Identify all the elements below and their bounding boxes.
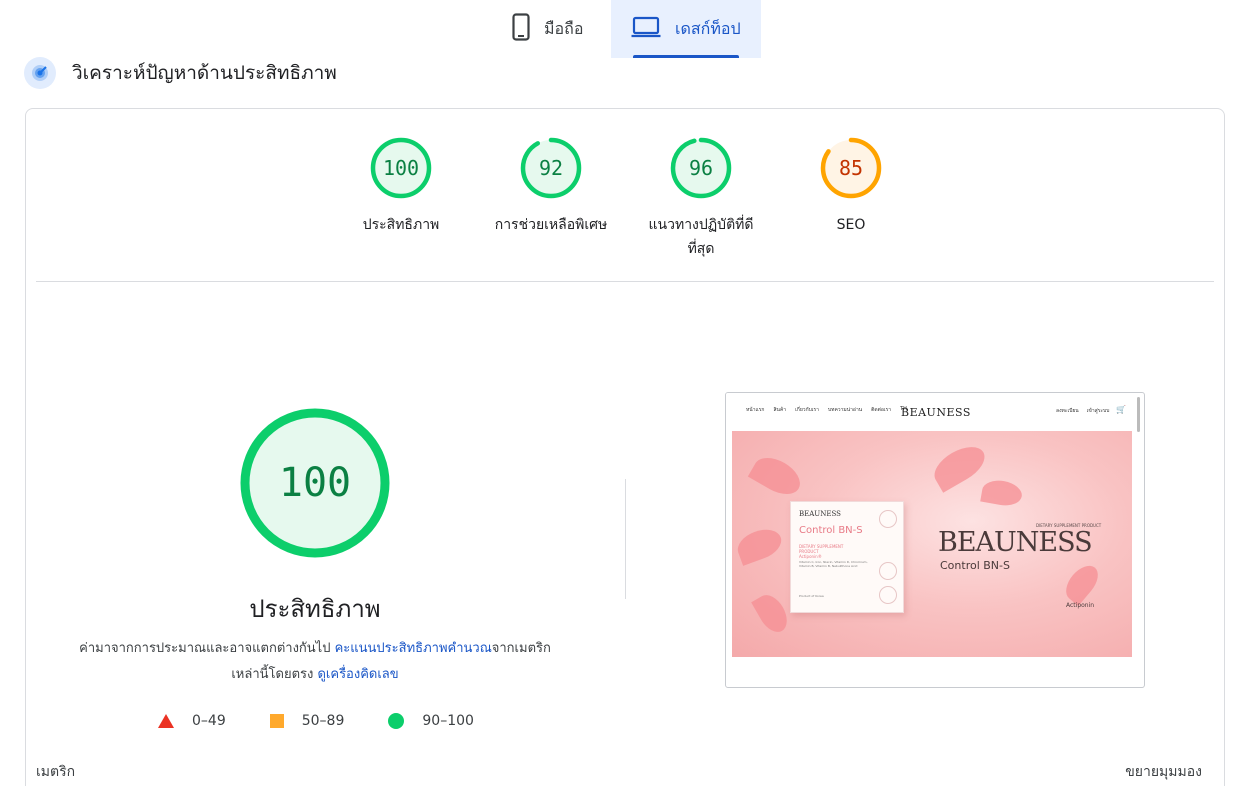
- box-ingredient: Actiponin®: [799, 554, 822, 559]
- legend-fail: 0–49: [158, 713, 226, 729]
- thumb-nav-link: เกี่ยวกับเรา: [795, 407, 819, 413]
- score-gauges: 100 ประสิทธิภาพ 92 การช่วยเหลือพิเศษ 96 …: [26, 109, 1226, 281]
- performance-description: ค่ามาจากการประมาณและอาจแตกต่างกันไป คะแน…: [66, 636, 564, 688]
- score-calculation-link[interactable]: คะแนนประสิทธิภาพคำนวณ: [335, 641, 492, 656]
- tab-mobile-label: มือถือ: [544, 18, 584, 38]
- cart-icon: 🛒: [1116, 405, 1126, 414]
- flower-decoration: [751, 589, 793, 638]
- divider: [36, 281, 1214, 282]
- gauge-performance[interactable]: 100 ประสิทธิภาพ: [326, 137, 476, 237]
- thumb-nav-link: ลงทะเบียน: [1056, 408, 1079, 414]
- gauge-score: 85: [838, 156, 864, 180]
- thumb-right-links: ลงทะเบียน เข้าสู่ระบบ: [1056, 407, 1109, 415]
- metrics-heading: เมตริก: [36, 764, 76, 780]
- page-title: วิเคราะห์ปัญหาด้านประสิทธิภาพ: [72, 62, 337, 84]
- thumb-nav-link: หน้าแรก: [746, 407, 765, 413]
- gauge-score: 96: [688, 156, 714, 180]
- legend-pass: 90–100: [388, 713, 474, 729]
- flower-decoration: [1059, 559, 1105, 607]
- thumb-nav-link: เข้าสู่ระบบ: [1086, 408, 1110, 414]
- thumb-hero-banner: BEAUNESS Control BN-S DIETARY SUPPLEMENT…: [732, 431, 1132, 657]
- tab-mobile[interactable]: มือถือ: [492, 0, 611, 58]
- hero-tag: Actiponin: [1066, 602, 1095, 609]
- gauge-label: SEO: [836, 217, 866, 233]
- gauge-score: 100: [382, 156, 420, 180]
- gauge-label: การช่วยเหลือพิเศษ: [494, 217, 608, 233]
- thumb-scrollbar: [1137, 397, 1140, 432]
- calculator-link[interactable]: ดูเครื่องคิดเลข: [317, 667, 398, 682]
- gauge-score: 92: [538, 156, 564, 180]
- diagnose-header: วิเคราะห์ปัญหาด้านประสิทธิภาพ: [24, 56, 337, 90]
- gauge-accessibility[interactable]: 92 การช่วยเหลือพิเศษ: [476, 137, 626, 237]
- gauge-label: ประสิทธิภาพ: [362, 217, 440, 233]
- legend-average-label: 50–89: [301, 713, 345, 729]
- box-product-name: Control BN-S: [799, 525, 863, 536]
- thumb-nav-link: สินค้า: [773, 407, 787, 413]
- performance-score: 100: [278, 460, 352, 506]
- gauge-seo[interactable]: 85 SEO: [776, 137, 926, 237]
- hero-product: Control BN-S: [940, 559, 1010, 572]
- gauge-best-practices[interactable]: 96 แนวทางปฏิบัติที่ดีที่สุด: [626, 137, 776, 261]
- badge-circle: [879, 562, 897, 580]
- final-screenshot-thumbnail[interactable]: หน้าแรก สินค้า เกี่ยวกับเรา บทความน่าอ่า…: [725, 392, 1145, 688]
- product-box: BEAUNESS Control BN-S DIETARY SUPPLEMENT…: [790, 501, 904, 613]
- box-subtitle: DIETARY SUPPLEMENT PRODUCT Actiponin®: [799, 544, 859, 559]
- performance-title: ประสิทธิภาพ: [249, 595, 381, 623]
- badge-circle: [879, 510, 897, 528]
- flower-decoration: [928, 439, 991, 493]
- performance-big-gauge: 100: [239, 407, 391, 559]
- box-ingredients-text: Vitamin C, Iron, Niacin, Vitamin D, Chro…: [799, 560, 868, 568]
- legend-pass-label: 90–100: [422, 713, 474, 729]
- tab-desktop[interactable]: เดสก์ท็อป: [611, 0, 761, 58]
- laptop-icon: [631, 16, 661, 42]
- score-legend: 0–49 50–89 90–100: [158, 709, 518, 733]
- thumb-navbar: หน้าแรก สินค้า เกี่ยวกับเรา บทความน่าอ่า…: [726, 393, 1134, 429]
- square-icon: [269, 714, 284, 728]
- circle-icon: [388, 713, 405, 729]
- lighthouse-icon: [24, 57, 56, 89]
- desc-prefix: ค่ามาจากการประมาณและอาจแตกต่างกันไป: [79, 641, 335, 656]
- legend-fail-label: 0–49: [192, 713, 226, 729]
- report-card: 100 ประสิทธิภาพ 92 การช่วยเหลือพิเศษ 96 …: [25, 108, 1225, 786]
- thumb-nav-links: หน้าแรก สินค้า เกี่ยวกับเรา บทความน่าอ่า…: [746, 406, 907, 414]
- flower-decoration: [733, 524, 786, 566]
- vertical-divider: [625, 479, 626, 599]
- box-sub-text: DIETARY SUPPLEMENT PRODUCT: [799, 544, 844, 554]
- legend-average: 50–89: [269, 713, 345, 729]
- triangle-icon: [158, 714, 174, 728]
- box-logo: BEAUNESS: [799, 510, 841, 518]
- gauge-label: แนวทางปฏิบัติที่ดีที่สุด: [648, 217, 754, 257]
- thumb-logo: BEAUNESS: [901, 406, 971, 419]
- hero-brand: BEAUNESS: [938, 527, 1093, 558]
- thumb-nav-link: บทความน่าอ่าน: [827, 407, 863, 413]
- tab-active-indicator: [633, 55, 739, 58]
- badge-circle: [879, 586, 897, 604]
- expand-view-toggle[interactable]: ขยายมุมมอง: [1125, 761, 1202, 783]
- tab-desktop-label: เดสก์ท็อป: [675, 18, 741, 38]
- flower-decoration: [747, 450, 807, 502]
- thumb-nav-link: ติดต่อเรา: [871, 407, 892, 413]
- flower-decoration: [980, 477, 1024, 509]
- phone-icon: [512, 13, 530, 45]
- device-tabs: มือถือ เดสก์ท็อป: [0, 0, 1248, 58]
- box-footer: Product of Korea: [799, 594, 824, 598]
